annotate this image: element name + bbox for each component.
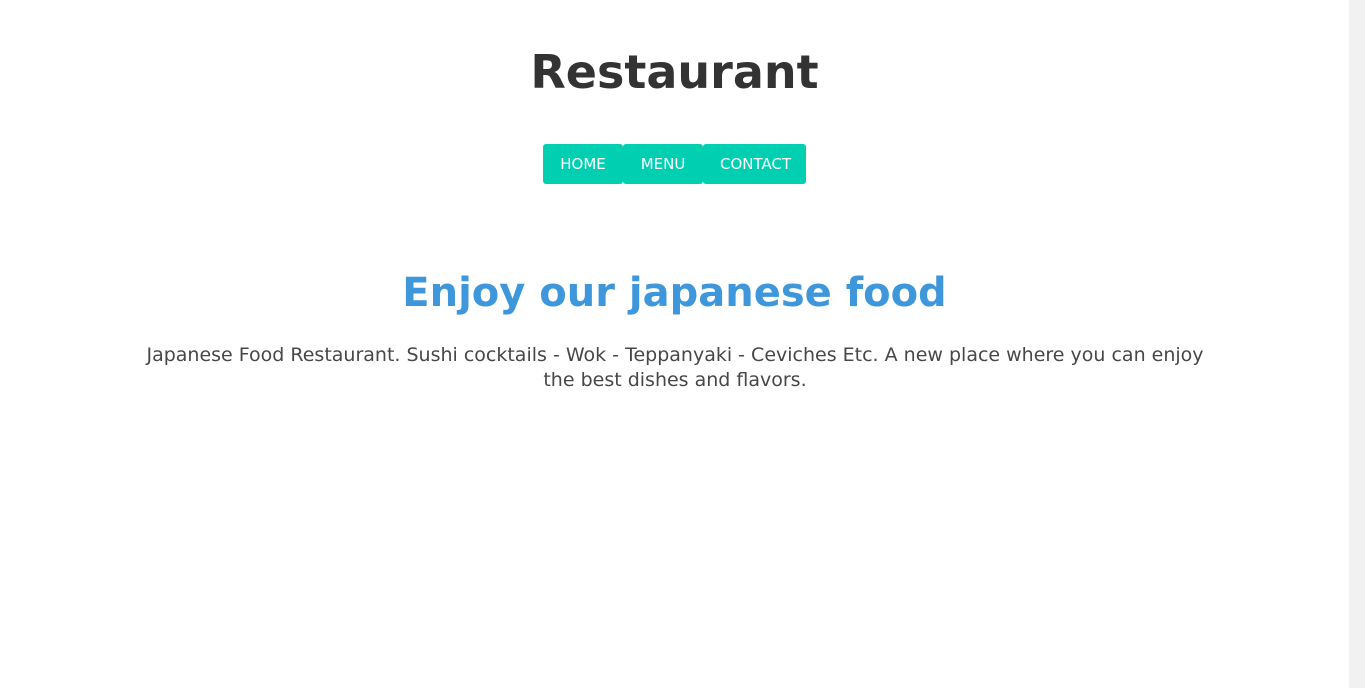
nav-home-button[interactable]: HOME	[543, 144, 623, 184]
page: Restaurant HOME MENU CONTACT Enjoy our j…	[0, 0, 1349, 688]
nav-contact-button[interactable]: CONTACT	[703, 144, 806, 184]
hero-heading: Enjoy our japanese food	[402, 270, 947, 316]
hero-description: Japanese Food Restaurant. Sushi cocktail…	[146, 344, 1204, 391]
vertical-scrollbar[interactable]	[1349, 0, 1365, 688]
site-title: Restaurant	[530, 45, 819, 99]
nav-menu-button[interactable]: MENU	[623, 144, 703, 184]
main-navigation: HOME MENU CONTACT	[543, 144, 806, 184]
